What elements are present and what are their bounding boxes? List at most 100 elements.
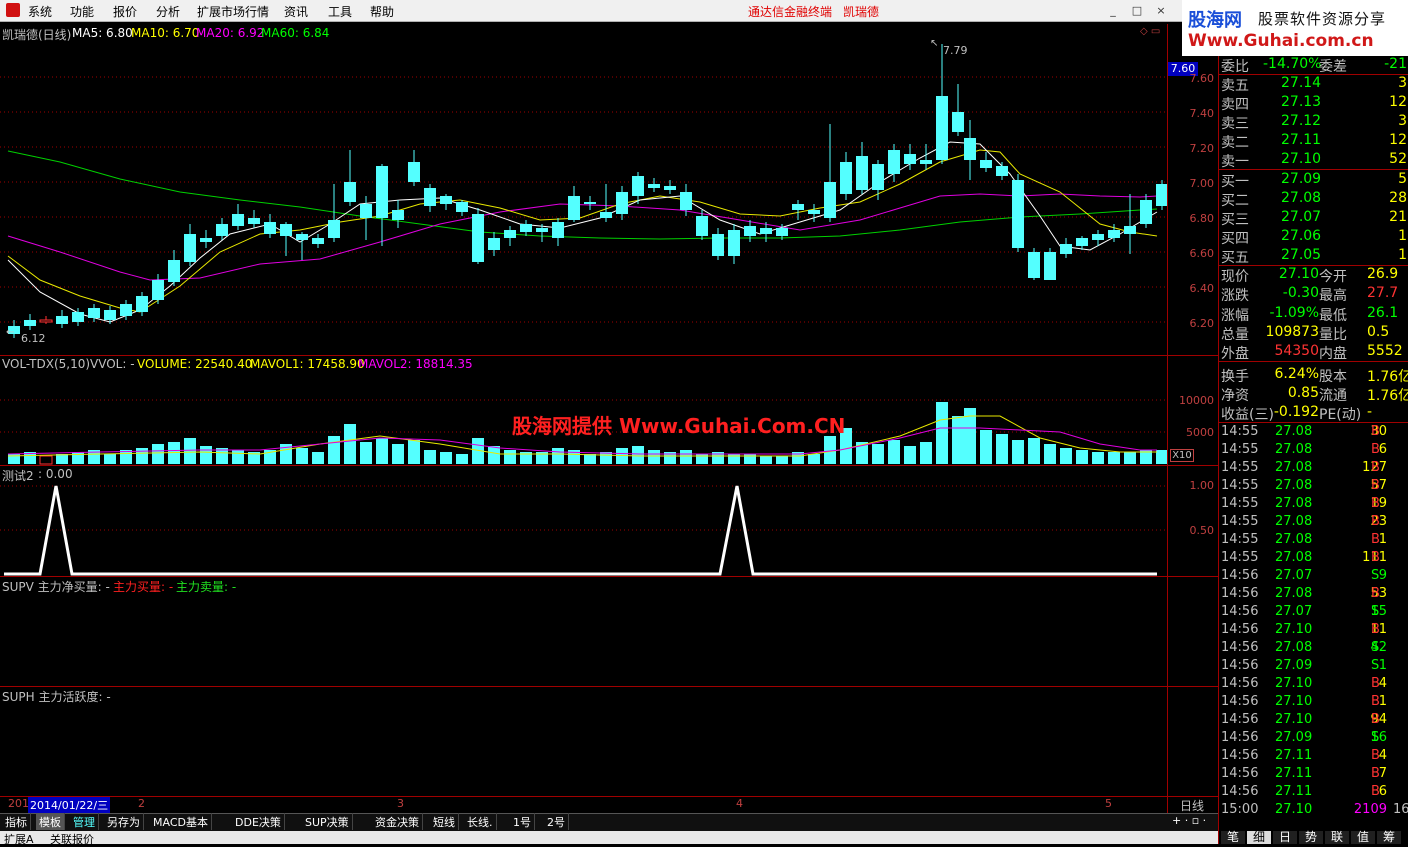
candle-body <box>792 204 804 210</box>
menu-function[interactable]: 功能 <box>70 3 94 20</box>
indicator-tab[interactable]: 管理 <box>70 813 99 830</box>
menu-system[interactable]: 系统 <box>28 3 52 20</box>
stat-label: 总量 <box>1221 326 1249 343</box>
toolbar-controls[interactable]: + · ▫ · <box>1172 814 1206 827</box>
menu-info[interactable]: 资讯 <box>284 3 308 20</box>
quote-tab[interactable]: 日 <box>1273 831 1297 844</box>
candle-body <box>360 204 372 218</box>
tick-time: 14:55 <box>1221 442 1259 457</box>
buy-level-row: 买二 27.08 28 <box>1221 190 1408 209</box>
menu-quote[interactable]: 报价 <box>113 3 137 20</box>
sell-level-row: 卖四 27.13 12 <box>1221 94 1408 113</box>
stat-row: 现价 27.10 今开 26.9 <box>1221 266 1408 285</box>
close-icon[interactable]: × <box>1152 4 1170 18</box>
tick-row: 14:56 27.09 1 S <box>1221 658 1408 677</box>
candle-body <box>248 218 260 224</box>
y-tick: 7.60 <box>1189 72 1215 85</box>
wei-diff-label: 委差 <box>1319 59 1347 75</box>
quote-tab[interactable]: 势 <box>1299 831 1323 844</box>
buy-volume: 1 <box>1398 228 1407 244</box>
tick-time: 14:55 <box>1221 550 1259 565</box>
tick-price: 27.07 <box>1275 604 1313 619</box>
candle-body <box>744 226 756 236</box>
tick-row: 14:56 27.10 94 B <box>1221 712 1408 731</box>
candle-body <box>296 234 308 240</box>
indicator-tab[interactable]: 长线. <box>464 813 497 830</box>
maximize-icon[interactable]: □ <box>1128 4 1146 18</box>
indicator-tab[interactable]: 另存为 <box>104 813 144 830</box>
candle-body <box>200 238 212 242</box>
indicator-tab[interactable]: 2号 <box>544 813 569 830</box>
candle-body <box>456 202 468 212</box>
quote-tab[interactable]: 细 <box>1247 831 1271 844</box>
volume-bar <box>952 416 964 464</box>
stat-value: 5552 <box>1367 343 1403 360</box>
stat-value: 1.76亿 <box>1367 387 1408 404</box>
buy-level-label: 买三 <box>1221 212 1249 228</box>
indicator-tab[interactable]: DDE决策 <box>232 813 285 830</box>
candle-body <box>776 228 788 236</box>
candle-body <box>104 310 116 320</box>
tick-volume: 1 <box>1378 658 1387 673</box>
tick-volume: 19 <box>1370 496 1387 511</box>
candle-body <box>996 166 1008 176</box>
menu-tools[interactable]: 工具 <box>328 3 352 20</box>
menu-analysis[interactable]: 分析 <box>156 3 180 20</box>
indicator-tab[interactable]: MACD基本 <box>150 813 212 830</box>
indicator-tab[interactable]: 资金决策 <box>372 813 423 830</box>
candle-body <box>344 182 356 202</box>
volume-bar <box>1124 452 1136 464</box>
tick-direction: B <box>1371 586 1380 601</box>
quote-tab[interactable]: 联 <box>1325 831 1349 844</box>
volume-bar <box>872 444 884 464</box>
indicator-tab[interactable]: 短线 <box>430 813 459 830</box>
tick-direction: B <box>1371 622 1380 637</box>
tick-direction: S <box>1371 604 1380 619</box>
sell-price: 27.11 <box>1281 132 1322 148</box>
candle-body <box>1060 244 1072 254</box>
stat-label: 涨幅 <box>1221 307 1249 324</box>
month-tick: 4 <box>736 797 743 810</box>
volume-bar <box>39 455 53 465</box>
candle-body <box>312 238 324 244</box>
indicator-tab[interactable]: 指标 <box>2 813 31 830</box>
tick-row: 14:56 27.10 4 B <box>1221 676 1408 695</box>
chart-canvas[interactable] <box>0 24 1167 576</box>
candle-body <box>392 210 404 220</box>
tick-time: 14:56 <box>1221 640 1259 655</box>
quote-tab[interactable]: 筹 <box>1377 831 1401 844</box>
tab-extended-a[interactable]: 扩展A <box>4 831 34 847</box>
indicator-tab[interactable]: 模板 <box>36 813 65 830</box>
tick-volume: 53 <box>1370 586 1387 601</box>
stat-row: 涨跌 -0.30 最高 27.7 <box>1221 285 1408 304</box>
divider <box>0 686 1218 687</box>
tick-direction: B <box>1371 514 1380 529</box>
candle-body <box>280 224 292 236</box>
tick-direction: S <box>1371 730 1380 745</box>
volume-bar <box>920 442 932 464</box>
menu-extended-market[interactable]: 扩展市场行情 <box>197 3 269 20</box>
minimize-icon[interactable]: _ <box>1104 4 1122 18</box>
mavol2-label: MAVOL2: 18814.35 <box>358 357 473 371</box>
volume-bar <box>1060 448 1072 464</box>
volume-bar <box>1076 450 1088 464</box>
indicator-tab[interactable]: SUP决策 <box>302 813 353 830</box>
high-arrow-icon: ↖ <box>930 38 939 49</box>
quote-tab[interactable]: 笔 <box>1221 831 1245 844</box>
quote-tab[interactable]: 值 <box>1351 831 1375 844</box>
tab-related-quote[interactable]: 关联报价 <box>50 831 94 847</box>
tick-direction: B <box>1371 784 1380 799</box>
vol-tick: 10000 <box>1179 394 1214 407</box>
ma10-line <box>7 149 1158 313</box>
stat-value: 27.7 <box>1367 285 1399 302</box>
period-label[interactable]: 日线 <box>1180 797 1204 814</box>
wei-label: 委比 <box>1221 59 1249 75</box>
indicator-tab[interactable]: 1号 <box>510 813 535 830</box>
tick-price: 27.10 <box>1275 802 1313 817</box>
stat-label: 现价 <box>1221 269 1249 285</box>
volume-bar <box>888 440 900 464</box>
menu-help[interactable]: 帮助 <box>370 3 394 20</box>
volume-bar <box>552 448 564 464</box>
volume-bar <box>200 446 212 464</box>
tick-volume: 127 <box>1362 460 1387 475</box>
